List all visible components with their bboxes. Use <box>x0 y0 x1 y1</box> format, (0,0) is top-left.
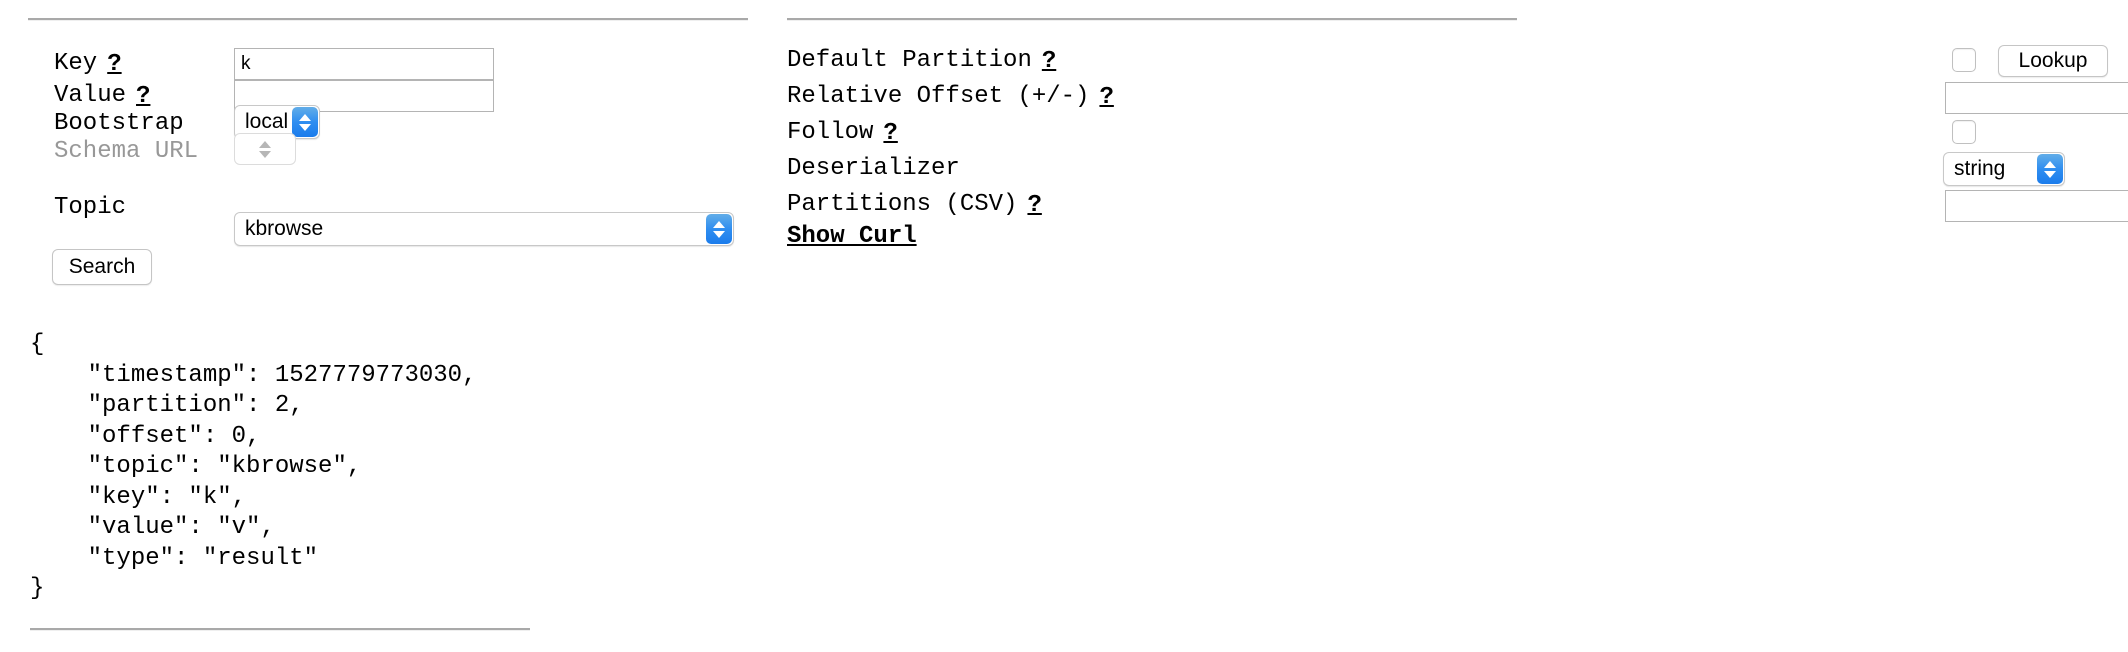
form-row-default-partition: Default Partition ? <box>787 47 1056 75</box>
form-row-relative-offset: Relative Offset (+/-) ? <box>787 83 1114 111</box>
deserializer-label: Deserializer <box>787 155 960 182</box>
deserializer-select-value: string <box>1954 157 2006 180</box>
options-form-panel: Default Partition ? Lookup Relative Offs… <box>780 0 2128 300</box>
form-row-value: Value ? <box>54 82 150 110</box>
lookup-button[interactable]: Lookup <box>1998 45 2108 77</box>
default-partition-help-icon[interactable]: ? <box>1042 48 1056 75</box>
schema-url-label: Schema URL <box>54 138 199 165</box>
key-label: Key <box>54 50 98 77</box>
follow-checkbox[interactable] <box>1952 120 1976 144</box>
stepper-up-down-icon[interactable] <box>254 134 276 164</box>
form-row-partitions: Partitions (CSV) ? <box>787 191 1042 219</box>
search-button[interactable]: Search <box>52 249 152 285</box>
form-row-deserializer: Deserializer <box>787 155 960 183</box>
topic-select[interactable]: kbrowse <box>234 212 734 246</box>
show-curl-link[interactable]: Show Curl <box>787 223 917 250</box>
form-row-schema-url: Schema URL <box>54 138 198 166</box>
stepper-up-down-icon[interactable] <box>2037 154 2063 184</box>
form-row-topic: Topic <box>54 194 126 222</box>
value-help-icon[interactable]: ? <box>136 83 150 110</box>
default-partition-label: Default Partition <box>787 47 1032 74</box>
form-row-follow: Follow ? <box>787 119 898 147</box>
partitions-input[interactable] <box>1945 190 2128 222</box>
relative-offset-input[interactable] <box>1945 82 2128 114</box>
relative-offset-help-icon[interactable]: ? <box>1099 84 1113 111</box>
key-help-icon[interactable]: ? <box>107 51 121 78</box>
follow-label: Follow <box>787 119 874 146</box>
result-json-output: { "timestamp": 1527779773030, "partition… <box>30 331 477 602</box>
stepper-up-down-icon[interactable] <box>292 107 318 137</box>
form-row-key: Key ? <box>54 50 122 78</box>
topic-label: Topic <box>54 194 127 221</box>
default-partition-checkbox[interactable] <box>1952 48 1976 72</box>
deserializer-select[interactable]: string <box>1943 152 2065 186</box>
value-label: Value <box>54 82 127 109</box>
lookup-button-label: Lookup <box>2018 49 2088 72</box>
relative-offset-label: Relative Offset (+/-) <box>787 83 1090 110</box>
key-input[interactable] <box>234 48 494 80</box>
bootstrap-label: Bootstrap <box>54 110 184 137</box>
schema-url-select[interactable] <box>234 133 296 165</box>
topic-select-value: kbrowse <box>245 217 324 240</box>
footer-divider <box>30 628 530 631</box>
search-form-panel: Key ? Value ? Bootstrap local Schema URL… <box>0 0 780 652</box>
follow-help-icon[interactable]: ? <box>883 120 897 147</box>
partitions-label: Partitions (CSV) <box>787 191 1018 218</box>
bootstrap-select-value: local <box>245 110 289 133</box>
stepper-up-down-icon[interactable] <box>706 214 732 244</box>
partitions-help-icon[interactable]: ? <box>1027 192 1041 219</box>
search-button-label: Search <box>68 255 136 278</box>
form-row-bootstrap: Bootstrap <box>54 110 184 138</box>
